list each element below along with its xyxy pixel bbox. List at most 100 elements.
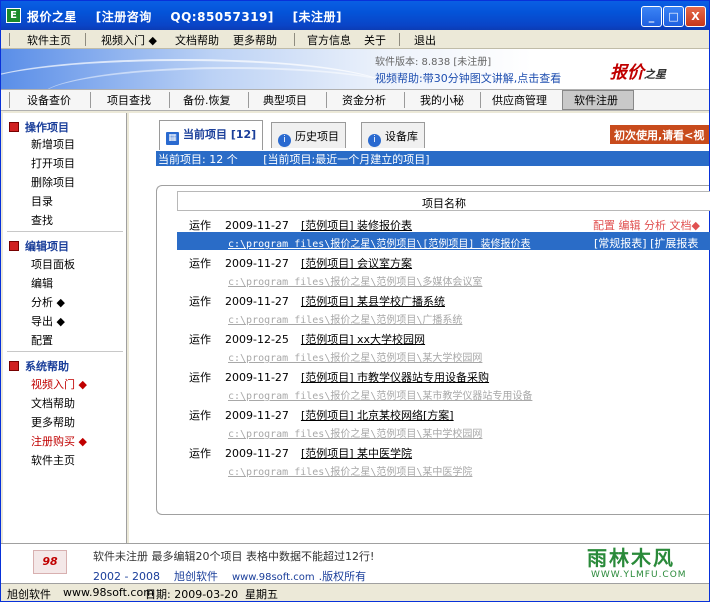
menu-doc-help[interactable]: 文档帮助	[175, 32, 219, 48]
table-row[interactable]: 运作 2009-11-27 [范例项目] 会议室方案 c:\program file…	[177, 251, 710, 289]
toolbar-typical-projects[interactable]: 典型项目	[263, 92, 307, 108]
title-bar[interactable]: E 报价之星 [注册咨询 QQ:85057319] [未注册] _ □ X	[1, 1, 709, 30]
menu-separator	[399, 33, 400, 46]
sidebar-item-register-buy[interactable]: 注册购买 ◆	[31, 433, 87, 449]
row-date: 2009-11-27	[225, 219, 289, 232]
toolbar-separator	[90, 92, 91, 108]
copyright-line: 2002 - 2008 旭创软件 www.98soft.com .版权所有	[93, 568, 380, 584]
toolbar-fund-analysis[interactable]: 资金分析	[342, 92, 386, 108]
tab-history-projects[interactable]: i 历史项目	[271, 122, 346, 148]
row-main-line: 运作 2009-11-27 [范例项目] 会议室方案	[189, 255, 412, 271]
sidebar-item-directory[interactable]: 目录	[31, 193, 53, 209]
section-title: 系统帮助	[25, 360, 69, 373]
sidebar-divider	[7, 351, 123, 352]
table-row[interactable]: 运作 2009-11-27 [范例项目] 北京某校网络[方案] c:\program…	[177, 403, 710, 441]
toolbar-supplier-management[interactable]: 供应商管理	[492, 92, 547, 108]
sidebar-item-project-panel[interactable]: 项目面板	[31, 256, 75, 272]
row-report-links[interactable]: [常规报表] [扩展报表	[594, 235, 698, 251]
first-use-hint-button[interactable]: 初次使用,请看<视	[610, 125, 709, 144]
row-project-link[interactable]: [范例项目] 会议室方案	[301, 257, 412, 270]
project-list-panel: 项目名称 运作 2009-11-27 [范例项目] 装修报价表 配置 编辑 分析 文…	[156, 185, 710, 515]
tab-current-projects[interactable]: ▦ 当前项目 [12]	[159, 120, 264, 150]
row-status: 运作	[189, 295, 211, 308]
version-label: 软件版本: 8.838 [未注册]	[375, 57, 492, 68]
toolbar-my-secretary[interactable]: 我的小秘	[420, 92, 464, 108]
row-path-link[interactable]: c:\program files\报价之星\范例项目\某中学校园网	[228, 425, 482, 440]
sidebar-item-delete-project[interactable]: 删除项目	[31, 174, 75, 190]
row-status: 运作	[189, 447, 211, 460]
sidebar-item-more-help[interactable]: 更多帮助	[31, 414, 75, 430]
row-project-link[interactable]: [范例项目] 装修报价表	[301, 219, 412, 232]
sidebar-divider	[7, 231, 123, 232]
copyright-url[interactable]: www.98soft.com	[232, 572, 315, 583]
menu-exit[interactable]: 退出	[414, 32, 436, 48]
window-title: 报价之星 [注册咨询 QQ:85057319] [未注册]	[27, 8, 356, 25]
sidebar-item-find[interactable]: 查找	[31, 212, 53, 228]
row-date: 2009-11-27	[225, 447, 289, 460]
table-row[interactable]: 运作 2009-11-27 [范例项目] 某中医学院 c:\program file…	[177, 441, 710, 479]
current-count: 当前项目: 12 个	[158, 153, 238, 166]
row-path-link[interactable]: c:\program files\报价之星\范例项目\[范例项目] 装修报价表	[228, 235, 530, 250]
sidebar-item-homepage[interactable]: 软件主页	[31, 452, 75, 468]
row-main-line: 运作 2009-11-27 [范例项目] 北京某校网络[方案]	[189, 407, 454, 423]
toolbar-backup-restore[interactable]: 备份.恢复	[183, 92, 231, 108]
column-header-project-name[interactable]: 项目名称	[177, 191, 710, 211]
row-path-link[interactable]: c:\program files\报价之星\范例项目\广播系统	[228, 311, 462, 326]
tab-label: 当前项目 [12]	[183, 128, 257, 141]
info-icon: i	[368, 134, 381, 147]
table-row[interactable]: 运作 2009-11-27 [范例项目] 市教学仪器站专用设备采购 c:\progr…	[177, 365, 710, 403]
unregistered-label: [未注册]	[292, 10, 343, 24]
row-project-link[interactable]: [范例项目] 某中医学院	[301, 447, 412, 460]
row-path-link[interactable]: c:\program files\报价之星\范例项目\某大学校园网	[228, 349, 482, 364]
sidebar-item-doc-help[interactable]: 文档帮助	[31, 395, 75, 411]
sidebar-item-video-intro[interactable]: 视频入门 ◆	[31, 376, 87, 392]
tab-device-library[interactable]: i 设备库	[361, 122, 425, 148]
maximize-button[interactable]: □	[663, 6, 684, 27]
row-date: 2009-11-27	[225, 295, 289, 308]
row-path-link[interactable]: c:\program files\报价之星\范例项目\某市教学仪器站专用设备	[228, 387, 532, 402]
menu-official-info[interactable]: 官方信息	[307, 32, 351, 48]
sidebar-item-config[interactable]: 配置	[31, 332, 53, 348]
table-row[interactable]: 运作 2009-12-25 [范例项目] xx大学校园网 c:\program fi…	[177, 327, 710, 365]
minimize-button[interactable]: _	[641, 6, 662, 27]
menu-about[interactable]: 关于	[364, 32, 386, 48]
menu-separator	[85, 33, 86, 46]
sidebar-item-export[interactable]: 导出 ◆	[31, 313, 65, 329]
menu-video-intro[interactable]: 视频入门 ◆	[101, 32, 157, 48]
status-url: www.98soft.com	[63, 586, 154, 599]
sidebar: 操作项目 新增项目 打开项目 删除项目 目录 查找 编辑项目 项目面板 编辑 分…	[3, 113, 127, 543]
menu-more-help[interactable]: 更多帮助	[233, 32, 277, 48]
sidebar-item-edit[interactable]: 编辑	[31, 275, 53, 291]
row-project-link[interactable]: [范例项目] 北京某校网络[方案]	[301, 409, 454, 422]
toolbar-separator	[480, 92, 481, 108]
close-button[interactable]: X	[685, 6, 706, 27]
row-project-link[interactable]: [范例项目] 市教学仪器站专用设备采购	[301, 371, 489, 384]
row-path-link[interactable]: c:\program files\报价之星\范例项目\某中医学院	[228, 463, 472, 478]
sidebar-item-open-project[interactable]: 打开项目	[31, 155, 75, 171]
toolbar-software-register[interactable]: 软件注册	[574, 92, 618, 108]
toolbar-separator	[248, 92, 249, 108]
copyright-years: 2002 - 2008	[93, 570, 160, 583]
current-projects-bar: 当前项目: 12 个 [当前项目:最近一个月建立的项目]	[156, 151, 709, 166]
row-action-links[interactable]: 配置 编辑 分析 文档◆	[593, 217, 700, 233]
toolbar-device-price[interactable]: 设备查价	[27, 92, 71, 108]
app-icon: E	[6, 8, 21, 23]
row-date: 2009-11-27	[225, 371, 289, 384]
sidebar-item-new-project[interactable]: 新增项目	[31, 136, 75, 152]
row-main-line: 运作 2009-11-27 [范例项目] 某中医学院	[189, 445, 412, 461]
table-row[interactable]: 运作 2009-11-27 [范例项目] 装修报价表 配置 编辑 分析 文档◆ c:…	[177, 213, 710, 251]
video-help-link[interactable]: 视频帮助:带30分钟图文讲解,点击查看	[375, 70, 561, 86]
menu-homepage[interactable]: 软件主页	[27, 32, 71, 48]
row-project-link[interactable]: [范例项目] xx大学校园网	[301, 333, 425, 346]
row-project-link[interactable]: [范例项目] 某县学校广播系统	[301, 295, 445, 308]
copyright-company: 旭创软件	[173, 570, 218, 583]
toolbar-separator	[326, 92, 327, 108]
row-path-link[interactable]: c:\program files\报价之星\范例项目\多媒体会议室	[228, 273, 482, 288]
toolbar-project-search[interactable]: 项目查找	[107, 92, 151, 108]
section-square-icon	[9, 122, 19, 132]
sidebar-item-analyze[interactable]: 分析 ◆	[31, 294, 65, 310]
row-status: 运作	[189, 371, 211, 384]
app-title: 报价之星	[27, 10, 78, 24]
toolbar-separator	[169, 92, 170, 108]
table-row[interactable]: 运作 2009-11-27 [范例项目] 某县学校广播系统 c:\program f…	[177, 289, 710, 327]
